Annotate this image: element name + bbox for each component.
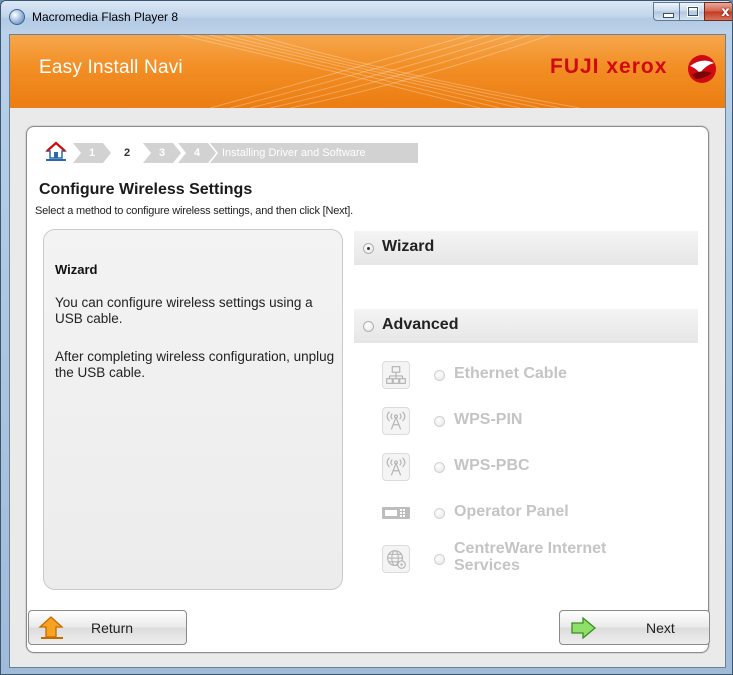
sub-option-label: Ethernet Cable — [454, 365, 567, 382]
page-title: Configure Wireless Settings — [39, 181, 253, 198]
network-icon — [382, 361, 410, 389]
app-title: Easy Install Navi — [39, 57, 183, 78]
description-paragraph: You can configure wireless settings usin… — [55, 295, 313, 326]
window-title: Macromedia Flash Player 8 — [32, 10, 179, 24]
return-button[interactable]: Return — [28, 610, 187, 645]
minimize-button[interactable] — [653, 2, 680, 21]
breadcrumb-step-3: 3 — [143, 143, 181, 163]
flash-player-icon — [9, 9, 25, 25]
ethernet-cable-radio — [434, 370, 445, 381]
breadcrumb-step-final: Installing Driver and Software — [210, 143, 418, 163]
option-advanced-label: Advanced — [382, 316, 459, 333]
main-panel: 1 2 3 4 Installing Driver and Software C… — [26, 126, 709, 653]
page-subtitle: Select a method to configure wireless se… — [35, 205, 353, 217]
home-icon[interactable] — [45, 141, 67, 161]
close-button[interactable]: x — [704, 2, 732, 21]
globe-gear-icon — [382, 545, 410, 573]
sub-option-label: WPS-PBC — [454, 457, 530, 474]
sub-option-label: CentreWare Internet Services — [454, 540, 606, 574]
next-button[interactable]: Next — [559, 610, 710, 645]
breadcrumb-step-4: 4 — [178, 143, 216, 163]
description-box: Wizard You can configure wireless settin… — [43, 229, 343, 590]
option-wizard-label: Wizard — [382, 238, 435, 255]
return-arrow-icon — [38, 616, 64, 639]
title-bar[interactable]: Macromedia Flash Player 8 x — [1, 1, 732, 34]
wps-pin-radio — [434, 416, 445, 427]
advanced-radio[interactable] — [363, 321, 374, 332]
brand-name: FUJI xerox — [550, 55, 668, 78]
close-icon: x — [721, 5, 730, 20]
app-client-area: Easy Install Navi FUJI xerox 1 2 3 4 Ins… — [9, 34, 726, 668]
app-window: Macromedia Flash Player 8 x Easy Install… — [0, 0, 733, 675]
return-button-label: Return — [91, 620, 134, 636]
header-banner: Easy Install Navi FUJI xerox — [10, 35, 725, 108]
wps-pbc-radio — [434, 462, 445, 473]
operator-panel-icon — [382, 507, 410, 519]
centreware-radio — [434, 554, 445, 565]
sub-option-label: WPS-PIN — [454, 411, 523, 428]
description-paragraph: After completing wireless configuration,… — [55, 349, 335, 380]
option-wizard[interactable]: Wizard — [354, 231, 698, 265]
description-title: Wizard — [55, 262, 98, 277]
maximize-button[interactable] — [679, 2, 705, 21]
option-advanced[interactable]: Advanced — [354, 309, 698, 343]
next-button-label: Next — [646, 620, 675, 636]
breadcrumb-step-2: 2 — [108, 143, 146, 163]
breadcrumb-step-1: 1 — [73, 143, 111, 163]
sub-option-label: Operator Panel — [454, 503, 569, 520]
wizard-radio[interactable] — [363, 243, 374, 254]
wireless-antenna-icon — [382, 453, 410, 481]
fuji-xerox-logo-icon — [688, 55, 716, 83]
wireless-antenna-icon — [382, 407, 410, 435]
next-arrow-icon — [571, 616, 597, 640]
operator-panel-radio — [434, 508, 445, 519]
sub-option-label-line: Services — [454, 557, 520, 574]
sub-option-label-line: CentreWare Internet — [454, 540, 607, 557]
